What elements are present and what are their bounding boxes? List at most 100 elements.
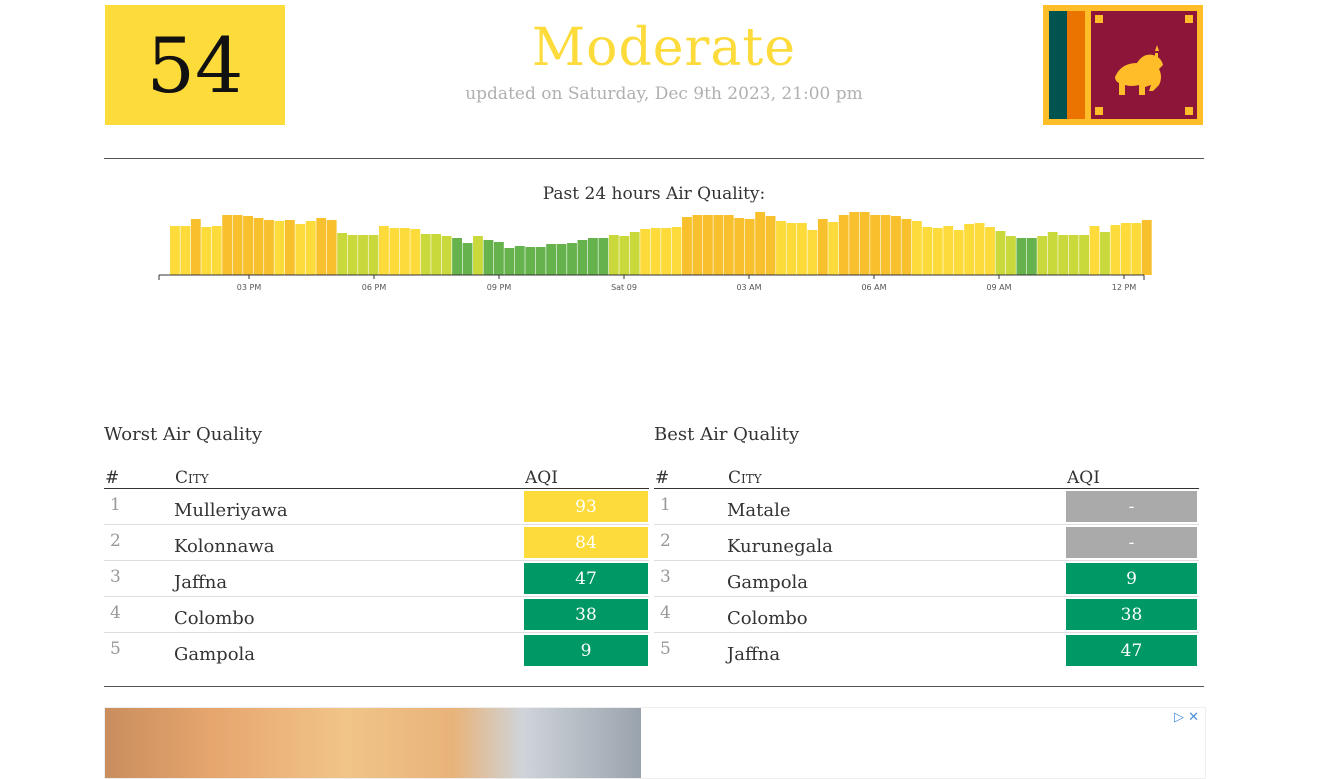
chart-bar[interactable] [713,215,724,275]
chart-bar[interactable] [368,235,379,275]
chart-bar[interactable] [1006,236,1016,275]
city-link[interactable]: Jaffna [727,644,1066,665]
chart-bar[interactable] [441,236,452,275]
advertisement[interactable]: ▷ ✕ [104,707,1206,779]
chart-bar[interactable] [702,215,713,275]
chart-bar[interactable] [358,235,368,275]
chart-bar[interactable] [619,236,630,275]
chart-bar[interactable] [546,244,557,275]
chart-bar[interactable] [1037,236,1048,275]
chart-bar[interactable] [452,238,462,275]
chart-bar[interactable] [1026,238,1037,275]
chart-bar[interactable] [1079,235,1089,275]
chart-bar[interactable] [682,217,692,275]
city-link[interactable]: Kurunegala [727,536,1066,557]
chart-bar[interactable] [828,222,839,275]
chart-bar[interactable] [1058,235,1069,275]
city-link[interactable]: Colombo [727,608,1066,629]
chart-bar[interactable] [316,218,327,275]
chart-bar[interactable] [692,215,703,275]
chart-bar[interactable] [493,242,504,275]
chart-bar[interactable] [431,234,442,275]
chart-bar[interactable] [901,219,912,275]
chart-bar[interactable] [295,224,306,275]
chart-bar[interactable] [1100,232,1110,275]
city-link[interactable]: Gampola [174,644,524,665]
chart-bar[interactable] [776,221,786,275]
chart-bar[interactable] [347,235,358,275]
chart-bar[interactable] [608,235,619,275]
chart-bar[interactable] [1141,220,1152,275]
close-icon[interactable]: ✕ [1188,710,1199,725]
burger-ad-image[interactable] [105,708,641,778]
chart-bar[interactable] [504,248,515,275]
chart-bar[interactable] [629,232,640,275]
chart-bar[interactable] [170,226,180,275]
chart-bar[interactable] [525,247,536,275]
chart-bar[interactable] [567,243,577,275]
chart-bar[interactable] [838,215,849,275]
chart-bar[interactable] [577,240,588,275]
chart-bar[interactable] [734,218,745,275]
chart-bar[interactable] [640,229,651,275]
chart-bar[interactable] [786,223,797,275]
chart-bar[interactable] [1131,223,1142,275]
chart-bar[interactable] [556,244,567,275]
city-link[interactable]: Kolonnawa [174,536,524,557]
chart-bar[interactable] [755,212,766,275]
chart-bar[interactable] [870,215,880,275]
chart-bar[interactable] [1016,238,1027,275]
chart-bar[interactable] [880,215,891,275]
chart-bar[interactable] [389,228,400,275]
city-link[interactable]: Jaffna [174,572,524,593]
chart-bar[interactable] [1120,223,1131,275]
chart-bar[interactable] [817,219,828,275]
chart-bar[interactable] [744,219,755,275]
chart-bar[interactable] [1089,226,1100,275]
adchoices-icon[interactable]: ▷ [1174,710,1184,725]
chart-bar[interactable] [211,226,222,275]
chart-bar[interactable] [1110,225,1121,275]
chart-bar[interactable] [201,227,212,275]
chart-bar[interactable] [284,220,295,275]
chart-bar[interactable] [807,230,818,275]
chart-bar[interactable] [264,220,274,275]
chart-bar[interactable] [305,221,316,275]
city-link[interactable]: Matale [727,500,1066,521]
chart-bar[interactable] [326,220,337,275]
chart-bar[interactable] [797,223,807,275]
chart-bar[interactable] [420,234,431,275]
chart-bar[interactable] [922,227,933,275]
chart-bar[interactable] [891,216,901,275]
chart-bar[interactable] [1068,235,1079,275]
chart-bar[interactable] [473,236,483,275]
chart-bar[interactable] [849,212,860,275]
chart-bar[interactable] [661,228,671,275]
chart-bar[interactable] [943,226,954,275]
chart-bar[interactable] [1047,232,1058,275]
chart-bar[interactable] [180,226,191,275]
chart-bar[interactable] [535,247,546,275]
chart-bar[interactable] [514,246,525,275]
chart-bar[interactable] [932,228,943,275]
city-link[interactable]: Gampola [727,572,1066,593]
city-link[interactable]: Mulleriyawa [174,500,524,521]
chart-bar[interactable] [232,215,243,275]
city-link[interactable]: Colombo [174,608,524,629]
chart-bar[interactable] [399,228,410,275]
chart-bar[interactable] [985,227,995,275]
chart-bar[interactable] [859,212,870,275]
chart-bar[interactable] [974,223,985,275]
chart-bar[interactable] [379,226,389,275]
chart-bar[interactable] [253,218,264,275]
chart-bar[interactable] [964,224,975,275]
chart-bar[interactable] [671,227,682,275]
chart-bar[interactable] [995,231,1006,275]
chart-bar[interactable] [588,238,598,275]
chart-bar[interactable] [243,216,253,275]
chart-bar[interactable] [650,228,661,275]
chart-bar[interactable] [222,215,233,275]
chart-bar[interactable] [765,216,776,275]
chart-bar[interactable] [598,238,609,275]
chart-bar[interactable] [337,233,348,275]
